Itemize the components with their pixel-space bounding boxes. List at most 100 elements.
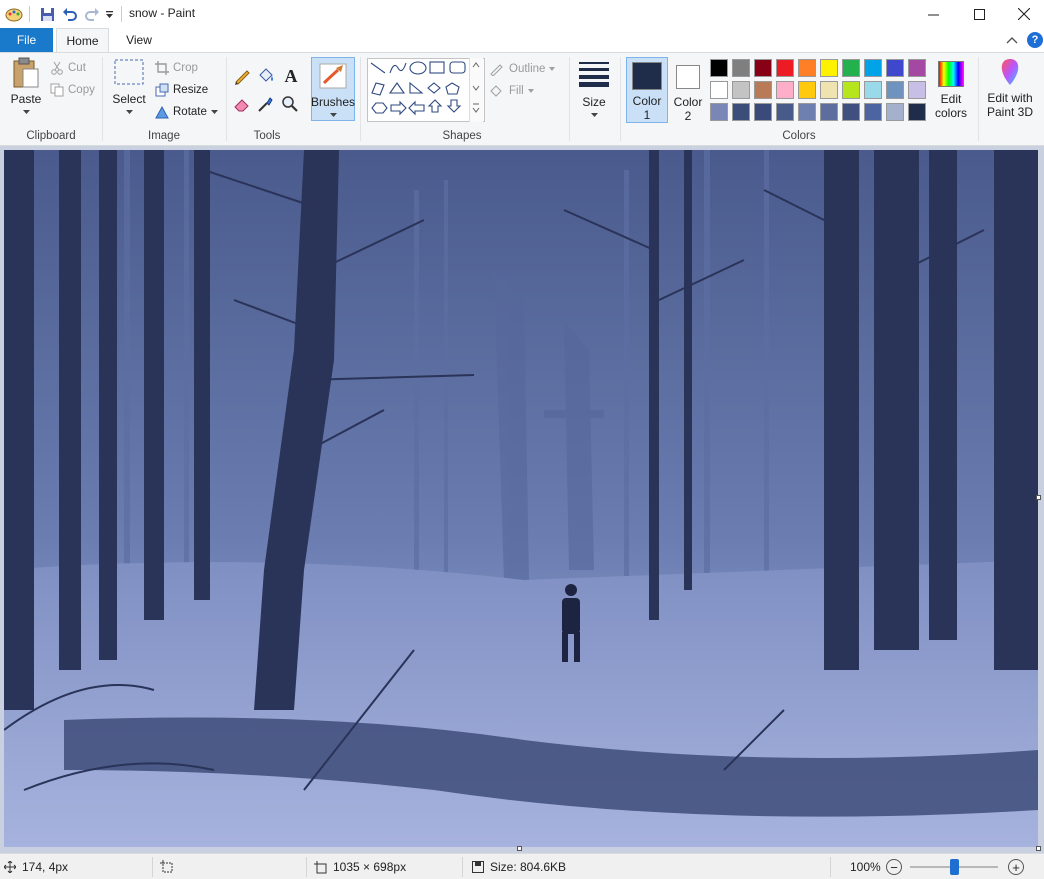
cut-button[interactable]: Cut — [50, 61, 86, 75]
color2-swatch — [676, 65, 700, 89]
copy-button[interactable]: Copy — [50, 83, 95, 97]
image-group-label: Image — [148, 130, 180, 142]
resize-handle-corner[interactable] — [1036, 846, 1041, 851]
brushes-button[interactable]: Brushes — [311, 57, 355, 121]
color1-button[interactable]: Color 1 — [626, 57, 668, 123]
text-tool-icon[interactable]: A — [281, 66, 301, 86]
palette-swatch[interactable] — [886, 59, 904, 77]
color-picker-icon[interactable] — [257, 95, 277, 115]
palette-swatch[interactable] — [754, 103, 772, 121]
palette-swatch[interactable] — [886, 81, 904, 99]
edit-with-paint3d-button[interactable]: Edit with Paint 3D — [981, 57, 1039, 123]
palette-swatch[interactable] — [864, 59, 882, 77]
paint-app-icon[interactable] — [4, 5, 24, 23]
outline-button[interactable]: Outline — [489, 62, 556, 76]
rotate-label: Rotate — [173, 106, 207, 118]
palette-swatch[interactable] — [842, 103, 860, 121]
palette-swatch[interactable] — [798, 59, 816, 77]
color2-label: Color — [673, 95, 703, 109]
image-size-icon — [314, 860, 327, 873]
select-label: Select — [112, 92, 146, 106]
fill-button[interactable]: Fill — [489, 84, 534, 98]
shapes-scroll[interactable] — [469, 58, 483, 122]
zoom-in-icon: + — [1012, 859, 1020, 875]
file-size-text: Size: 804.6KB — [490, 860, 567, 874]
zoom-slider-thumb[interactable] — [950, 859, 959, 875]
paint3d-group: Edit with Paint 3D — [979, 53, 1041, 145]
cut-label: Cut — [68, 62, 86, 74]
edit-colors-button[interactable]: Edit colors — [929, 57, 973, 123]
tab-view[interactable]: View — [114, 28, 164, 52]
palette-swatch[interactable] — [776, 103, 794, 121]
zoom-in-button[interactable]: + — [1008, 859, 1024, 875]
resize-handle-right[interactable] — [1036, 495, 1041, 500]
shapes-group-label: Shapes — [442, 130, 482, 142]
tab-file[interactable]: File — [0, 28, 53, 52]
palette-swatch[interactable] — [820, 103, 838, 121]
close-button[interactable] — [1001, 0, 1044, 28]
edit-colors-label-1: Edit — [940, 92, 962, 106]
collapse-ribbon-icon[interactable] — [1006, 34, 1018, 48]
size-button[interactable]: Size — [574, 59, 614, 123]
shapes-gallery[interactable] — [367, 58, 485, 122]
paint3d-icon — [1001, 59, 1019, 85]
selection-size — [160, 860, 173, 873]
palette-swatch[interactable] — [754, 59, 772, 77]
select-icon — [114, 59, 144, 85]
select-button[interactable]: Select — [108, 57, 150, 123]
canvas-area[interactable] — [0, 146, 1044, 853]
shapes-gallery-icons — [370, 61, 466, 116]
palette-swatch[interactable] — [710, 103, 728, 121]
tools-group: A Tools — [227, 53, 307, 145]
title-bar: snow - Paint — [0, 0, 1044, 28]
palette-swatch[interactable] — [886, 103, 904, 121]
resize-handle-bottom[interactable] — [517, 846, 522, 851]
palette-swatch[interactable] — [842, 81, 860, 99]
tab-home[interactable]: Home — [56, 28, 109, 53]
palette-swatch[interactable] — [908, 59, 926, 77]
zoom-out-button[interactable]: − — [886, 859, 902, 875]
undo-icon[interactable] — [60, 5, 80, 23]
palette-swatch[interactable] — [798, 103, 816, 121]
palette-swatch[interactable] — [732, 103, 750, 121]
drawing-canvas[interactable] — [4, 150, 1038, 847]
palette-swatch[interactable] — [908, 103, 926, 121]
fill-bucket-icon[interactable] — [257, 67, 277, 87]
fill-icon — [490, 85, 502, 97]
palette-swatch[interactable] — [710, 81, 728, 99]
help-icon[interactable]: ? — [1027, 32, 1043, 48]
palette-swatch[interactable] — [754, 81, 772, 99]
rotate-button[interactable]: Rotate — [155, 105, 218, 119]
save-icon[interactable] — [37, 5, 57, 23]
palette-swatch[interactable] — [820, 81, 838, 99]
redo-icon[interactable] — [82, 5, 102, 23]
palette-swatch[interactable] — [798, 81, 816, 99]
palette-swatch[interactable] — [732, 81, 750, 99]
zoom-text: 100% — [850, 860, 881, 874]
crop-label: Crop — [173, 62, 198, 74]
palette-swatch[interactable] — [776, 59, 794, 77]
palette-swatch[interactable] — [776, 81, 794, 99]
palette-swatch[interactable] — [864, 103, 882, 121]
shapes-group: Outline Fill Shapes — [361, 53, 569, 145]
magnifier-icon[interactable] — [281, 95, 301, 115]
palette-swatch[interactable] — [842, 59, 860, 77]
eraser-icon[interactable] — [233, 95, 253, 115]
palette-swatch[interactable] — [710, 59, 728, 77]
palette-swatch[interactable] — [820, 59, 838, 77]
edit-colors-label-2: colors — [934, 106, 967, 120]
maximize-button[interactable] — [956, 0, 1002, 28]
colors-group: Color 1 Color 2 Edit colors Colors — [621, 53, 977, 145]
color2-button[interactable]: Color 2 — [671, 57, 705, 123]
palette-swatch[interactable] — [732, 59, 750, 77]
palette-swatch[interactable] — [864, 81, 882, 99]
palette-swatch[interactable] — [908, 81, 926, 99]
pencil-icon[interactable] — [233, 67, 253, 87]
paste-button[interactable]: Paste — [5, 57, 47, 123]
minimize-button[interactable] — [910, 0, 956, 28]
tools-group-label: Tools — [253, 130, 281, 142]
customize-toolbar-icon[interactable] — [103, 5, 115, 23]
resize-button[interactable]: Resize — [155, 83, 208, 97]
brushes-group: Brushes — [309, 53, 357, 145]
crop-button[interactable]: Crop — [155, 61, 198, 75]
